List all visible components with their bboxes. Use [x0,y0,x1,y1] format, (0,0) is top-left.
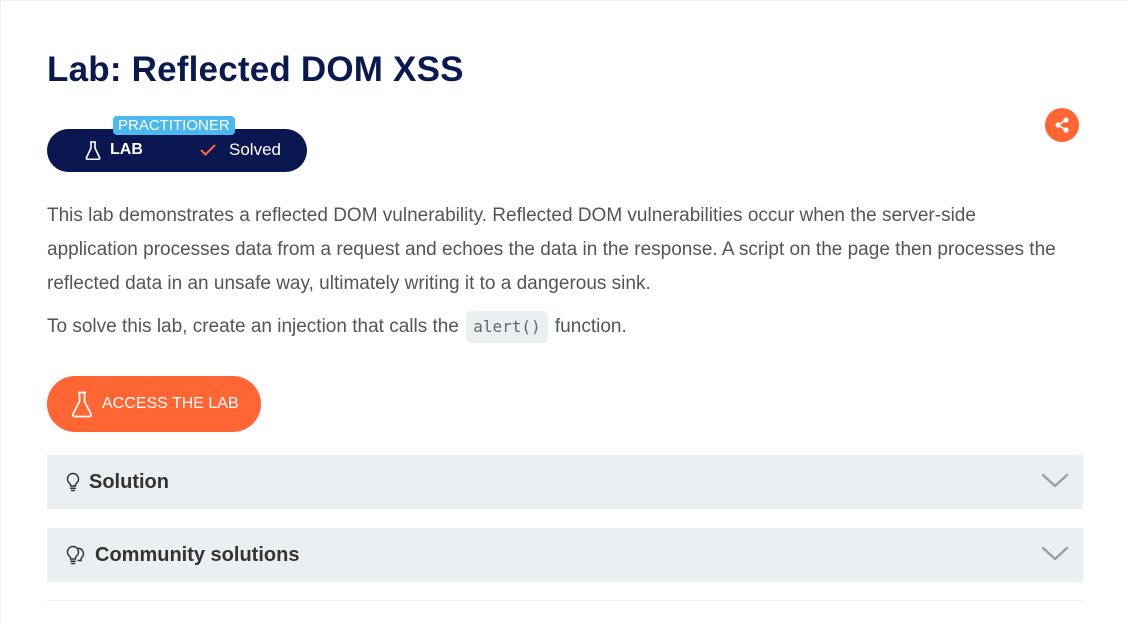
task-text-before: To solve this lab, create an injection t… [47,316,459,337]
flask-icon [71,391,93,417]
checkmark-icon [200,144,216,156]
lab-description: This lab demonstrates a reflected DOM vu… [47,205,1056,294]
flask-icon [85,140,101,160]
divider [47,600,1083,601]
lightbulb-icon [66,472,80,492]
access-lab-label: ACCESS THE LAB [102,395,239,412]
community-solutions-accordion[interactable]: Community solutions [47,528,1083,582]
community-lightbulbs-icon [66,545,85,565]
share-button[interactable] [1045,108,1079,142]
chevron-down-icon [1041,473,1069,488]
solution-label: Solution [89,470,169,493]
lab-type-label: LAB [85,139,143,161]
community-solutions-label: Community solutions [95,543,300,566]
lab-task: To solve this lab, create an injection t… [47,310,627,344]
solved-status: Solved [200,139,281,161]
lab-type-text: LAB [110,141,143,158]
chevron-down-icon [1041,546,1069,561]
level-badge: PRACTITIONER [113,116,235,135]
solved-text: Solved [229,140,281,159]
solution-accordion[interactable]: Solution [47,455,1083,509]
access-lab-button[interactable]: ACCESS THE LAB [47,376,261,432]
inline-code: alert() [466,311,548,343]
share-icon [1055,117,1069,133]
page-title: Lab: Reflected DOM XSS [47,50,464,89]
task-text-after: function. [554,316,627,337]
